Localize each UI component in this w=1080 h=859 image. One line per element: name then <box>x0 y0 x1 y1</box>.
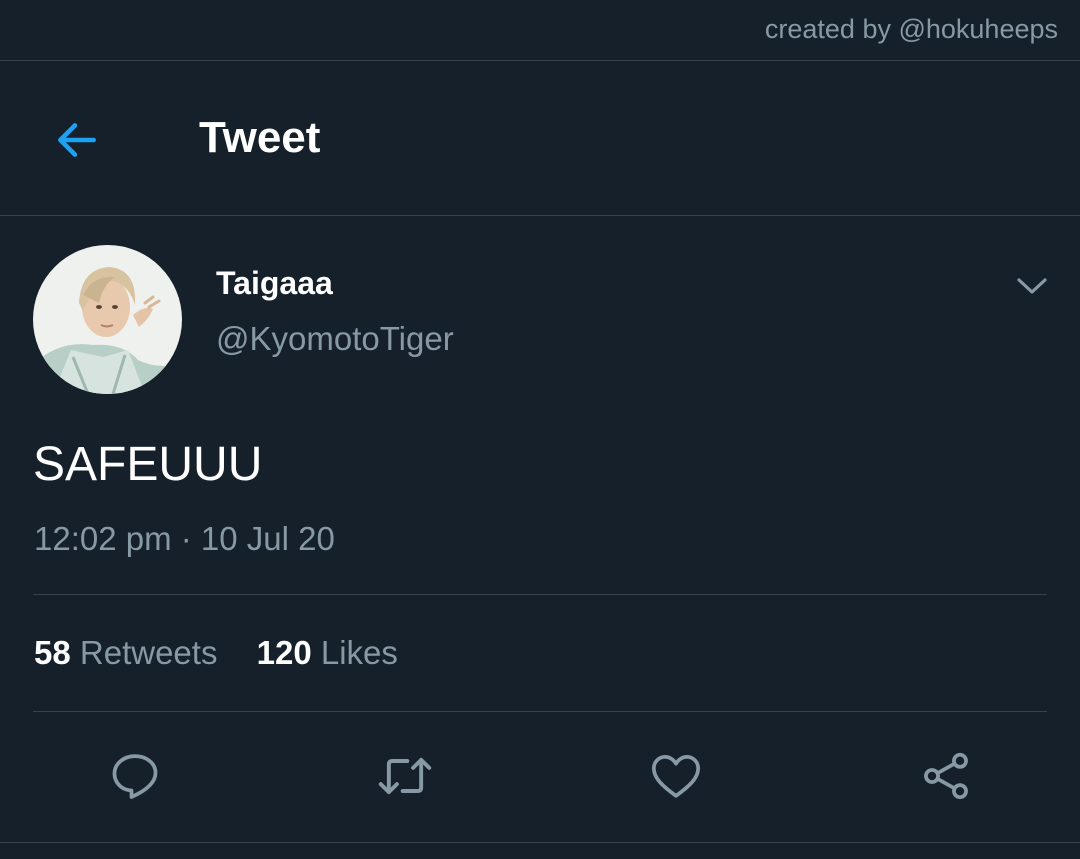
retweets-count: 58 <box>34 634 71 671</box>
author-handle[interactable]: @KyomotoTiger <box>216 320 454 358</box>
like-button[interactable] <box>645 745 707 807</box>
avatar-photo <box>33 245 182 394</box>
arrow-left-icon <box>58 123 96 157</box>
likes-stat[interactable]: 120 Likes <box>257 634 398 672</box>
page-title: Tweet <box>199 113 321 162</box>
reply-button[interactable] <box>104 745 166 807</box>
share-button[interactable] <box>915 745 977 807</box>
tweet-text: SAFEUUU <box>33 438 263 491</box>
author-display-name[interactable]: Taigaaa <box>216 265 333 302</box>
retweets-stat[interactable]: 58 Retweets <box>34 634 217 672</box>
reply-icon <box>112 754 158 799</box>
divider <box>33 711 1047 712</box>
divider <box>33 594 1047 595</box>
retweet-icon <box>378 757 432 795</box>
watermark-bar: created by @hokuheeps <box>0 0 1080 61</box>
engagement-stats: 58 Retweets 120 Likes <box>34 634 428 672</box>
likes-count: 120 <box>256 634 312 671</box>
tweet-timestamp: 12:02 pm · 10 Jul 20 <box>34 520 335 557</box>
share-icon <box>924 752 968 800</box>
tweet-options-button[interactable] <box>1010 266 1054 306</box>
likes-label: Likes <box>320 634 398 671</box>
retweets-label: Retweets <box>79 634 218 671</box>
heart-icon <box>651 755 701 798</box>
chevron-down-icon <box>1017 278 1047 294</box>
back-button[interactable] <box>44 107 110 173</box>
divider <box>0 842 1080 843</box>
tweet-detail-screen: created by @hokuheeps Tweet Taigaaa @Kyo… <box>0 0 1080 859</box>
retweet-button[interactable] <box>374 745 436 807</box>
avatar[interactable] <box>33 245 182 394</box>
watermark-text: created by @hokuheeps <box>764 14 1058 44</box>
top-app-bar: Tweet <box>0 61 1080 216</box>
